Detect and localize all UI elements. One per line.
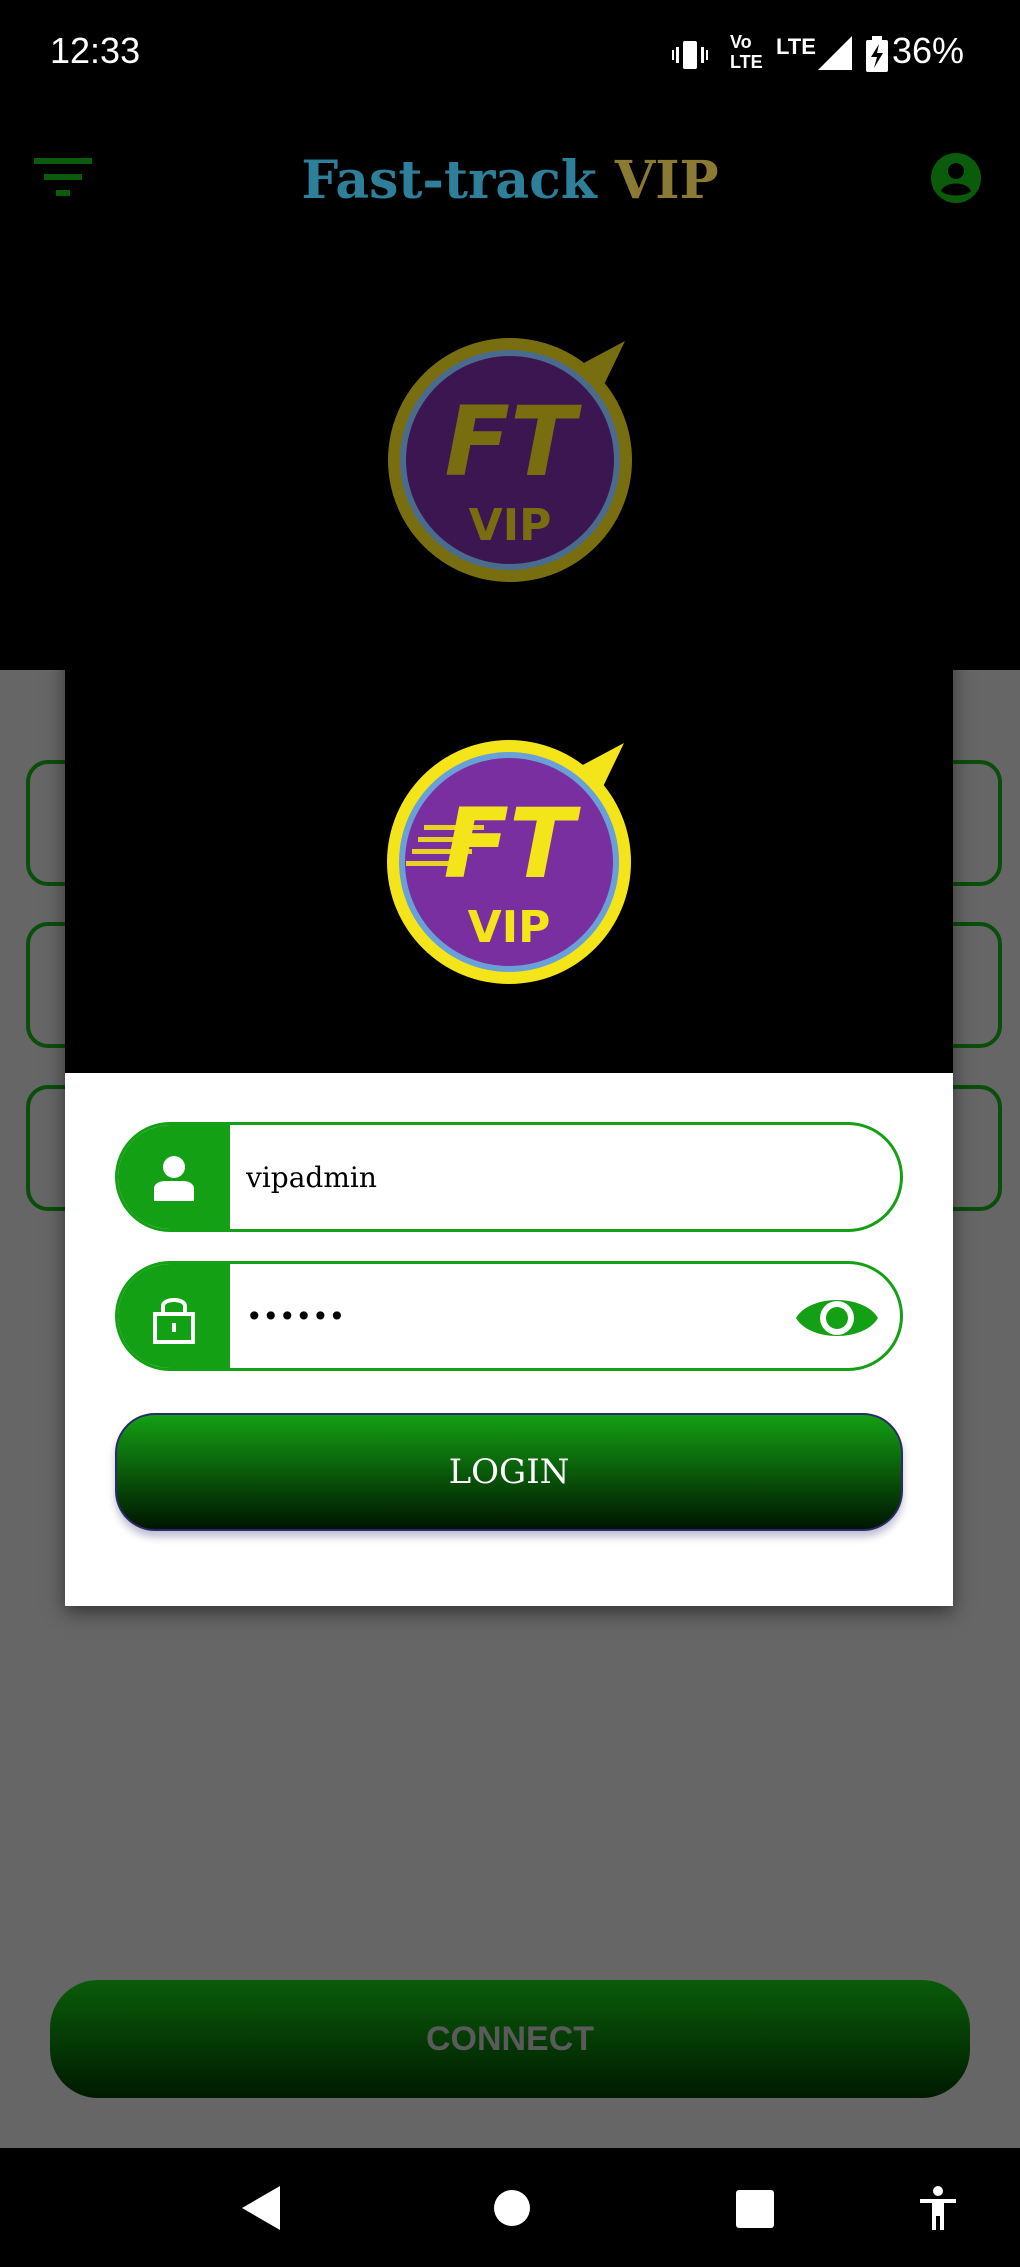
battery-charging-icon bbox=[866, 36, 888, 72]
back-icon[interactable] bbox=[242, 2186, 282, 2230]
show-password-eye-icon[interactable] bbox=[794, 1290, 880, 1346]
volte-indicator: Vo LTE bbox=[730, 32, 763, 72]
vibrate-icon bbox=[672, 41, 708, 69]
status-bar: 12:33 Vo LTE LTE 36% bbox=[0, 0, 1020, 110]
logo-ft-text: FT bbox=[443, 788, 581, 900]
username-field[interactable] bbox=[115, 1122, 903, 1232]
status-time: 12:33 bbox=[50, 30, 141, 71]
recents-icon[interactable] bbox=[736, 2190, 774, 2228]
signal-icon bbox=[818, 36, 852, 70]
home-icon[interactable] bbox=[492, 2188, 532, 2228]
background-logo-ft: FT bbox=[444, 386, 582, 498]
navigation-bar bbox=[0, 2148, 1020, 2267]
password-field[interactable] bbox=[115, 1261, 903, 1371]
app-title-part2: VIP bbox=[614, 150, 719, 211]
volte-top-text: Vo bbox=[730, 32, 752, 52]
network-type: LTE bbox=[776, 34, 816, 59]
connect-button[interactable]: CONNECT bbox=[50, 1980, 970, 2098]
app-title-part1: Fast-track bbox=[301, 150, 597, 211]
username-input[interactable] bbox=[246, 1125, 886, 1229]
background-logo: FT VIP bbox=[388, 338, 632, 582]
username-icon-box bbox=[118, 1125, 230, 1229]
background-logo-vip: VIP bbox=[469, 500, 552, 551]
logo-vip-text: VIP bbox=[468, 902, 551, 953]
battery-level: 36% bbox=[891, 30, 964, 71]
ft-vip-logo: FT VIP bbox=[387, 740, 631, 984]
accessibility-icon[interactable] bbox=[918, 2186, 958, 2232]
app-title: Fast-track VIP bbox=[0, 150, 1020, 211]
lock-icon bbox=[153, 1298, 195, 1344]
login-dialog: FT VIP LOGIN bbox=[65, 651, 953, 1606]
login-button[interactable]: LOGIN bbox=[115, 1413, 903, 1531]
password-input[interactable] bbox=[246, 1264, 766, 1368]
dialog-header: FT VIP bbox=[65, 651, 953, 1073]
account-icon[interactable] bbox=[931, 153, 981, 203]
volte-bottom-text: LTE bbox=[730, 52, 763, 72]
password-icon-box bbox=[118, 1264, 230, 1368]
user-icon bbox=[154, 1156, 194, 1201]
